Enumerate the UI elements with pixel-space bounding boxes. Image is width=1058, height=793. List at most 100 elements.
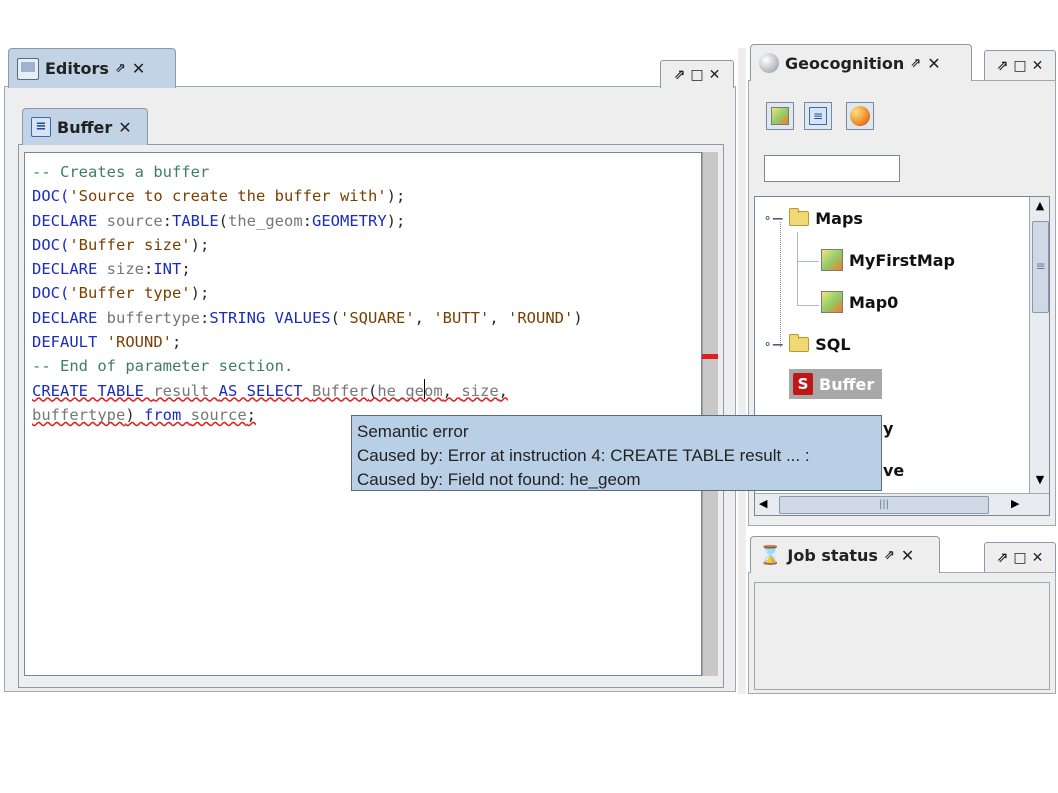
filter-input[interactable] [764, 155, 900, 182]
code-token: DECLARE [32, 260, 107, 279]
pin-icon[interactable]: ⇗ [674, 67, 686, 83]
code-token: : [302, 211, 313, 230]
maximize-icon[interactable]: □ [1013, 58, 1026, 74]
close-icon[interactable]: ✕ [927, 54, 940, 73]
code-line[interactable]: CREATE TABLE result AS SELECT Buffer(he_… [32, 379, 583, 403]
code-token: ; [181, 260, 191, 279]
pin-icon[interactable]: ⇗ [115, 61, 126, 76]
hourglass-icon: ⌛ [759, 544, 782, 566]
code-token: : [143, 260, 154, 279]
tree-item-partial-1[interactable]: y [883, 419, 893, 438]
code-line[interactable]: DOC('Source to create the buffer with'); [32, 184, 583, 208]
code-line[interactable]: DEFAULT 'ROUND'; [32, 330, 583, 354]
pin-icon[interactable]: ⇗ [910, 56, 921, 71]
tab-editors[interactable]: Editors ⇗ ✕ [8, 48, 176, 88]
code-token: ); [190, 284, 210, 303]
maximize-icon[interactable]: □ [690, 67, 703, 83]
scroll-thumb[interactable]: ||| [779, 496, 989, 514]
code-token: STRING VALUES [209, 308, 331, 327]
code-token: size [106, 260, 144, 279]
folder-icon [789, 208, 810, 226]
tree-item-maps[interactable]: ⚬— Maps [763, 208, 863, 228]
code-token: TABLE [172, 211, 219, 230]
add-sql-button[interactable]: ≡ [804, 102, 832, 130]
tree-label-map0: Map0 [849, 292, 899, 312]
code-token: CREATE TABLE [32, 381, 154, 400]
buffer-tab-label: Buffer [57, 117, 113, 137]
close-icon[interactable]: ✕ [118, 118, 131, 137]
panel-divider[interactable] [738, 48, 746, 694]
code-line[interactable]: DOC('Buffer type'); [32, 281, 583, 305]
tree-item-partial-2[interactable]: ve [883, 461, 904, 480]
code-token: 'BUTT' [433, 308, 490, 327]
maximize-icon[interactable]: □ [1013, 550, 1026, 566]
code-token: DEFAULT [32, 333, 107, 352]
add-map-button[interactable] [766, 102, 794, 130]
code-token: DECLARE [32, 308, 107, 327]
scroll-down-arrow[interactable]: ▼ [1030, 473, 1049, 486]
tooltip-line-3: Caused by: Field not found: he_geom [357, 470, 641, 489]
code-token: source [190, 405, 247, 424]
error-tooltip: Semantic error Caused by: Error at instr… [351, 415, 882, 491]
close-icon[interactable]: ✕ [1032, 550, 1044, 566]
code-token: 'ROUND' [508, 308, 574, 327]
editors-icon [17, 57, 39, 80]
scroll-right-arrow[interactable]: ▶ [1011, 497, 1019, 510]
overview-ruler [702, 152, 718, 676]
add-style-button[interactable] [846, 102, 874, 130]
code-token: AS SELECT [218, 381, 312, 400]
tree-item-sql[interactable]: ⚬— SQL [763, 334, 851, 354]
code-token: -- Creates a buffer [32, 163, 210, 181]
close-icon[interactable]: ✕ [132, 59, 145, 78]
palette-icon [850, 106, 870, 126]
code-token: ( [367, 381, 378, 400]
pin-icon[interactable]: ⇗ [884, 548, 895, 563]
code-token: result [153, 381, 219, 400]
geocognition-icon [759, 53, 779, 73]
code-line[interactable]: DECLARE buffertype:STRING VALUES('SQUARE… [32, 306, 583, 330]
vertical-scrollbar[interactable]: ▲ ≡ ▼ [1029, 197, 1049, 493]
code-line[interactable]: DECLARE source:TABLE(the_geom:GEOMETRY); [32, 209, 583, 233]
code-line[interactable]: -- End of parameter section. [32, 354, 583, 378]
expand-toggle-icon[interactable]: ⚬— [763, 338, 783, 351]
code-line[interactable]: -- Creates a buffer [32, 160, 583, 184]
pin-icon[interactable]: ⇗ [997, 550, 1009, 566]
code-token: Buffer [311, 381, 368, 400]
script-icon: ≡ [31, 117, 51, 137]
error-marker[interactable] [702, 354, 718, 359]
tree-item-myfirstmap[interactable]: MyFirstMap [821, 249, 955, 271]
job-status-window-controls: ⇗ □ ✕ [984, 542, 1056, 572]
tree-item-buffer[interactable]: S Buffer [789, 369, 883, 399]
pin-icon[interactable]: ⇗ [997, 58, 1009, 74]
folder-icon [789, 334, 810, 352]
code-token: from [144, 405, 191, 424]
code-token: : [199, 308, 210, 327]
code-token: buffertype [32, 405, 126, 424]
grip-icon: ≡ [1035, 259, 1046, 273]
script-icon: ≡ [809, 107, 827, 125]
code-token: buffertype [106, 308, 200, 327]
code-line[interactable]: DECLARE size:INT; [32, 257, 583, 281]
scroll-up-arrow[interactable]: ▲ [1030, 199, 1049, 212]
tab-buffer[interactable]: ≡ Buffer ✕ [22, 108, 148, 145]
tree-item-map0[interactable]: Map0 [821, 291, 898, 313]
code-token: 'Source to create the buffer with' [69, 187, 387, 206]
close-icon[interactable]: ✕ [709, 67, 721, 83]
expand-toggle-icon[interactable]: ⚬— [763, 212, 783, 225]
code-token: 'ROUND' [106, 333, 172, 352]
code-text[interactable]: -- Creates a buffer DOC('Source to create… [32, 160, 583, 427]
horizontal-scrollbar[interactable]: ◀ ||| ▶ [755, 493, 1049, 515]
code-token: ; [171, 333, 182, 352]
tab-job-status[interactable]: ⌛ Job status ⇗ ✕ [750, 536, 940, 573]
code-token: , [442, 381, 462, 400]
close-icon[interactable]: ✕ [901, 546, 914, 565]
tree-label-myfirstmap: MyFirstMap [849, 250, 955, 270]
code-token: ( [330, 308, 340, 327]
scroll-left-arrow[interactable]: ◀ [759, 497, 767, 510]
scroll-thumb[interactable]: ≡ [1032, 221, 1049, 313]
close-icon[interactable]: ✕ [1032, 58, 1044, 74]
text-cursor [424, 379, 425, 399]
code-line[interactable]: DOC('Buffer size'); [32, 233, 583, 257]
map-icon [821, 249, 843, 271]
tab-geocognition[interactable]: Geocognition ⇗ ✕ [750, 44, 972, 81]
